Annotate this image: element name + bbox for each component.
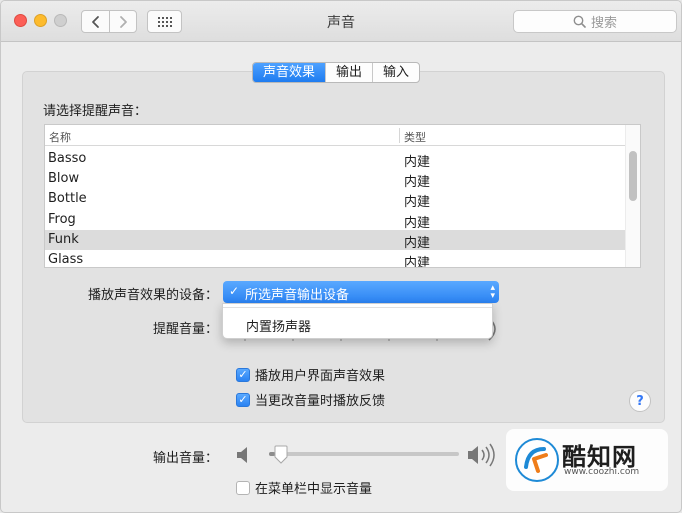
dropdown-selected-option[interactable]: 所选声音输出设备 bbox=[245, 284, 349, 303]
sound-name: Bottle bbox=[48, 191, 87, 206]
preferences-window: 声音 搜索 声音效果 输出 输入 请选择提醒声音： 名称 类型 Basso 内建… bbox=[0, 0, 682, 513]
speaker-high-icon bbox=[468, 443, 495, 467]
grid-icon bbox=[157, 16, 172, 27]
search-placeholder: 搜索 bbox=[590, 16, 617, 31]
search-icon bbox=[573, 15, 586, 28]
sound-type: 内建 bbox=[404, 256, 431, 268]
alert-sound-label: 请选择提醒声音： bbox=[43, 104, 148, 119]
show-volume-in-menubar-checkbox[interactable]: 在菜单栏中显示音量 bbox=[236, 478, 372, 497]
checkmark-icon: ✓ bbox=[229, 284, 240, 298]
dropdown-arrows-icon: ▴ ▾ bbox=[490, 283, 495, 301]
play-through-menu: 内置扬声器 bbox=[222, 303, 493, 339]
column-header-name[interactable]: 名称 bbox=[49, 129, 71, 145]
table-row[interactable]: Glass 内建 bbox=[45, 250, 625, 268]
sound-type: 内建 bbox=[404, 195, 431, 210]
minimize-window-button[interactable] bbox=[34, 14, 47, 27]
chevron-right-icon bbox=[120, 15, 127, 28]
search-field[interactable]: 搜索 bbox=[513, 10, 677, 33]
window-title: 声音 bbox=[327, 15, 355, 31]
table-row-selected[interactable]: Funk 内建 bbox=[45, 230, 625, 251]
watermark: 酷知网 www.coozhi.com bbox=[506, 429, 668, 491]
sound-type: 内建 bbox=[404, 216, 431, 231]
column-header-type[interactable]: 类型 bbox=[404, 129, 426, 145]
sound-name: Glass bbox=[48, 252, 84, 267]
table-row[interactable]: Blow 内建 bbox=[45, 169, 625, 190]
tab-output[interactable]: 输出 bbox=[325, 63, 372, 82]
checkbox-unchecked[interactable] bbox=[236, 480, 250, 495]
scrollbar-thumb[interactable] bbox=[629, 151, 637, 201]
checkbox-label: 在菜单栏中显示音量 bbox=[255, 482, 373, 497]
tab-bar: 声音效果 输出 输入 bbox=[252, 62, 421, 83]
chevron-left-icon bbox=[91, 15, 99, 28]
alert-sound-table: 名称 类型 Basso 内建 Blow 内建 Bottle 内建 Frog 内建… bbox=[44, 124, 641, 268]
watermark-url: www.coozhi.com bbox=[564, 467, 640, 477]
checkbox-label: 当更改音量时播放反馈 bbox=[255, 394, 386, 409]
alert-volume-label: 提醒音量： bbox=[152, 322, 218, 337]
output-volume-label: 输出音量： bbox=[152, 451, 218, 466]
title-bar: 声音 搜索 bbox=[1, 1, 681, 42]
close-window-button[interactable] bbox=[14, 14, 27, 27]
sound-type: 内建 bbox=[404, 155, 431, 170]
menu-separator bbox=[223, 307, 492, 308]
volume-feedback-checkbox[interactable]: ✓ 当更改音量时播放反馈 bbox=[236, 390, 385, 409]
checkbox-checked[interactable]: ✓ bbox=[236, 392, 250, 407]
menu-item-built-in-speakers[interactable]: 内置扬声器 bbox=[246, 316, 311, 335]
slider-knob[interactable] bbox=[273, 445, 289, 465]
table-header: 名称 类型 bbox=[45, 125, 626, 146]
speaker-mute-icon bbox=[237, 447, 247, 463]
help-button[interactable]: ? bbox=[629, 390, 651, 412]
play-through-dropdown[interactable]: ✓ 所选声音输出设备 ▴ ▾ bbox=[223, 281, 499, 303]
ui-sound-effects-checkbox[interactable]: ✓ 播放用户界面声音效果 bbox=[236, 365, 385, 384]
show-all-button[interactable] bbox=[147, 10, 182, 33]
play-through-label: 播放声音效果的设备： bbox=[87, 288, 218, 303]
sound-name: Blow bbox=[48, 171, 80, 186]
navigation-buttons bbox=[81, 10, 137, 33]
coozhi-logo-icon bbox=[515, 438, 559, 482]
tab-sound-effects[interactable]: 声音效果 bbox=[253, 63, 326, 82]
table-row[interactable]: Bottle 内建 bbox=[45, 189, 625, 210]
output-volume-slider[interactable] bbox=[269, 452, 459, 456]
sound-name: Funk bbox=[48, 232, 79, 247]
back-button[interactable] bbox=[82, 11, 109, 32]
sound-type: 内建 bbox=[404, 236, 431, 251]
table-row[interactable]: Basso 内建 bbox=[45, 149, 625, 170]
column-divider bbox=[399, 128, 400, 143]
sound-type: 内建 bbox=[404, 175, 431, 190]
tab-input[interactable]: 输入 bbox=[372, 63, 419, 82]
sound-name: Basso bbox=[48, 151, 87, 166]
zoom-window-button[interactable] bbox=[54, 14, 67, 27]
forward-button[interactable] bbox=[109, 11, 136, 32]
sound-name: Frog bbox=[48, 212, 76, 227]
table-row[interactable]: Frog 内建 bbox=[45, 210, 625, 231]
checkbox-checked[interactable]: ✓ bbox=[236, 367, 250, 382]
checkbox-label: 播放用户界面声音效果 bbox=[255, 369, 386, 384]
